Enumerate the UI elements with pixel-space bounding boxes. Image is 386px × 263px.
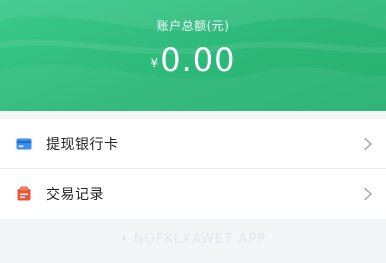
balance-amount: 0.00: [160, 41, 236, 79]
transaction-record-item[interactable]: 交易记录: [0, 169, 386, 218]
watermark: • NOFKLXAWET APP: [120, 232, 266, 247]
withdraw-bank-card-item[interactable]: 提现银行卡: [0, 119, 386, 168]
chevron-right-icon: [364, 187, 372, 200]
bank-card-icon: [15, 135, 33, 153]
balance-header: 账户总额(元) ¥0.00: [0, 0, 386, 111]
menu-item-label: 提现银行卡: [46, 136, 119, 153]
currency-symbol: ¥: [150, 56, 159, 70]
menu-item-label: 交易记录: [46, 186, 104, 203]
transaction-record-icon: [15, 185, 33, 203]
balance-display: ¥0.00: [0, 40, 386, 80]
menu-list: 提现银行卡 交易记录: [0, 119, 386, 219]
chevron-right-icon: [364, 137, 372, 150]
balance-label: 账户总额(元): [156, 19, 230, 33]
wallet-screen: 账户总额(元) ¥0.00 提现银行卡 交易记录 • NOFKLXAWET AP…: [0, 0, 386, 263]
